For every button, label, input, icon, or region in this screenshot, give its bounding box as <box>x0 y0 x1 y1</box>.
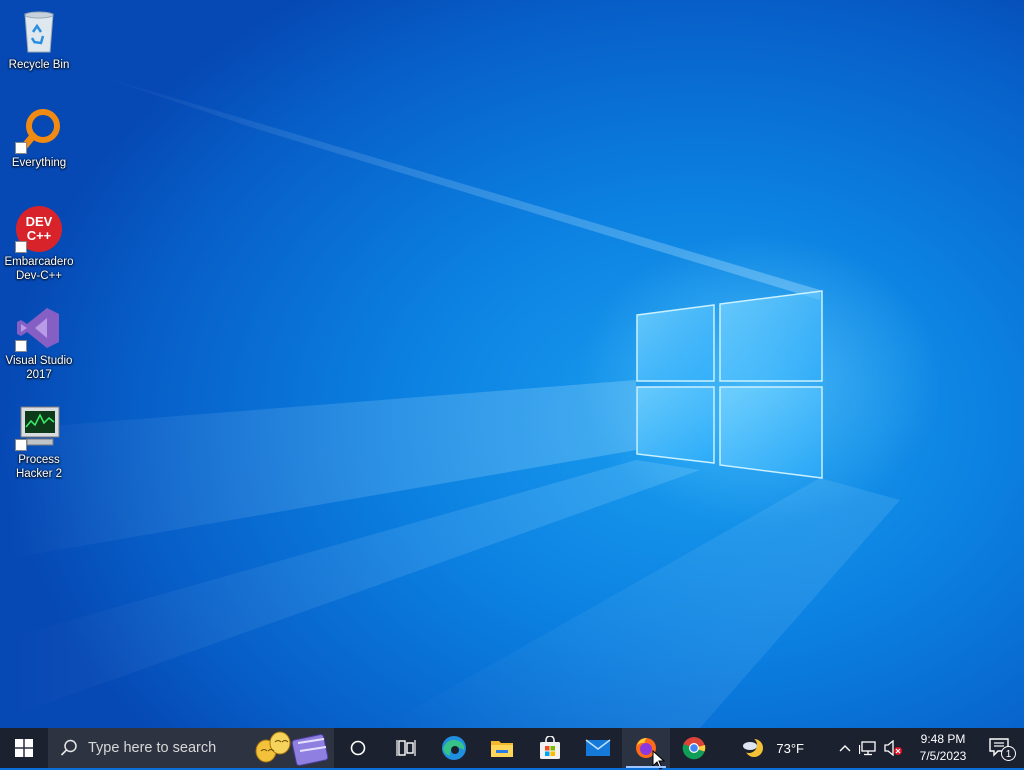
desktop-icon-label: Process Hacker 2 <box>15 454 63 480</box>
desktop-icon-everything[interactable]: Everything <box>2 106 76 170</box>
desktop-icon-label: Everything <box>11 157 67 169</box>
desktop-icon-process-hacker[interactable]: Process Hacker 2 <box>2 403 76 481</box>
clock-time: 9:48 PM <box>920 732 966 746</box>
search-highlight-theater-masks-icon <box>255 731 329 766</box>
notification-count-badge: 1 <box>1001 746 1016 761</box>
desktop[interactable]: Recycle Bin Everything DEV C++ Embarcade… <box>0 0 1024 728</box>
desktop-icon-label: Visual Studio 2017 <box>5 355 73 381</box>
weather-temperature: 73°F <box>776 740 804 756</box>
desktop-icon-label: Recycle Bin <box>8 59 70 71</box>
taskbar-chrome-button[interactable] <box>670 728 718 768</box>
mouse-cursor-icon <box>652 750 666 770</box>
taskbar-firefox-button[interactable] <box>622 728 670 770</box>
shortcut-arrow-icon <box>15 439 27 451</box>
devcpp-icon: DEV C++ <box>15 205 63 253</box>
taskbar-mail-button[interactable] <box>574 728 622 768</box>
shortcut-arrow-icon <box>15 241 27 253</box>
action-center-button[interactable]: 1 <box>978 728 1024 768</box>
taskbar-edge-button[interactable] <box>430 728 478 768</box>
visual-studio-icon <box>15 304 63 352</box>
search-placeholder: Type here to search <box>88 740 217 756</box>
clock-date: 7/5/2023 <box>919 749 967 763</box>
recycle-bin-icon <box>15 8 63 56</box>
circle-icon <box>350 740 366 756</box>
taskbar: Type here to search 73°F 9:48 PM 7/5/202… <box>0 728 1024 770</box>
windows-logo-wallpaper <box>636 290 823 479</box>
task-view-icon <box>396 740 416 756</box>
edge-icon <box>442 736 466 760</box>
taskbar-task-view-button[interactable] <box>382 728 430 768</box>
taskbar-clock[interactable]: 9:48 PM 7/5/2023 <box>912 731 974 765</box>
taskbar-search-box[interactable]: Type here to search <box>48 728 334 768</box>
desktop-icon-recycle-bin[interactable]: Recycle Bin <box>2 8 76 72</box>
volume-muted-icon <box>884 740 902 756</box>
store-icon <box>540 736 560 759</box>
folder-icon <box>491 741 513 757</box>
taskbar-file-explorer-button[interactable] <box>478 728 526 768</box>
weather-moon-cloud-icon <box>742 737 764 757</box>
taskbar-store-button[interactable] <box>526 728 574 768</box>
show-hidden-icons-button[interactable] <box>834 728 856 768</box>
search-icon <box>60 739 77 756</box>
weather-widget[interactable]: 73°F <box>742 736 804 760</box>
desktop-icon-label: Embarcadero Dev-C++ <box>4 256 74 282</box>
desktop-icon-devcpp[interactable]: DEV C++ Embarcadero Dev-C++ <box>2 205 76 283</box>
mail-icon <box>585 739 611 756</box>
taskbar-cortana-button[interactable] <box>334 728 382 768</box>
chevron-up-icon <box>839 745 851 752</box>
network-tray-button[interactable] <box>856 728 880 768</box>
process-hacker-icon <box>15 403 63 451</box>
svg-text:C++: C++ <box>27 228 52 243</box>
svg-text:DEV: DEV <box>26 214 53 229</box>
everything-search-icon <box>15 106 63 154</box>
windows-start-icon <box>15 739 33 757</box>
start-button[interactable] <box>0 728 48 768</box>
volume-tray-button[interactable] <box>880 728 906 768</box>
chrome-icon <box>682 737 706 760</box>
desktop-icon-visual-studio[interactable]: Visual Studio 2017 <box>2 304 76 382</box>
shortcut-arrow-icon <box>15 340 27 352</box>
shortcut-arrow-icon <box>15 142 27 154</box>
network-icon <box>859 741 876 756</box>
